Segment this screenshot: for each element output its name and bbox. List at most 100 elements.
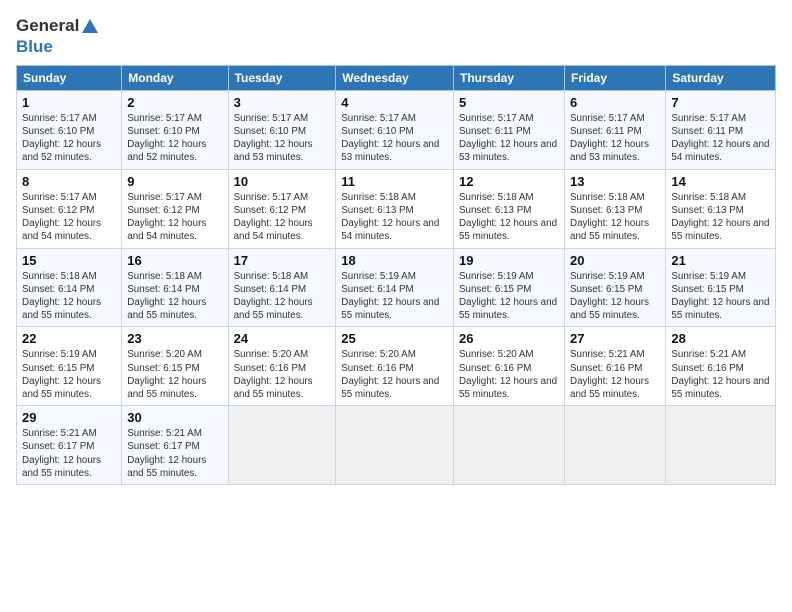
calendar-cell: 10 Sunrise: 5:17 AMSunset: 6:12 PMDaylig…: [228, 169, 336, 248]
day-info: Sunrise: 5:17 AMSunset: 6:12 PMDaylight:…: [22, 191, 116, 244]
day-info: Sunrise: 5:18 AMSunset: 6:14 PMDaylight:…: [22, 270, 116, 323]
day-number: 16: [127, 253, 222, 268]
day-number: 20: [570, 253, 660, 268]
day-info: Sunrise: 5:17 AMSunset: 6:11 PMDaylight:…: [671, 112, 770, 165]
calendar-cell: 4 Sunrise: 5:17 AMSunset: 6:10 PMDayligh…: [336, 90, 454, 169]
day-info: Sunrise: 5:21 AMSunset: 6:16 PMDaylight:…: [570, 348, 660, 401]
calendar-cell: 7 Sunrise: 5:17 AMSunset: 6:11 PMDayligh…: [666, 90, 776, 169]
day-info: Sunrise: 5:18 AMSunset: 6:13 PMDaylight:…: [459, 191, 559, 244]
day-info: Sunrise: 5:20 AMSunset: 6:16 PMDaylight:…: [459, 348, 559, 401]
calendar-week-row: 22 Sunrise: 5:19 AMSunset: 6:15 PMDaylig…: [17, 327, 776, 406]
calendar-cell: 16 Sunrise: 5:18 AMSunset: 6:14 PMDaylig…: [122, 248, 228, 327]
calendar-cell: [565, 406, 666, 485]
calendar-cell: 19 Sunrise: 5:19 AMSunset: 6:15 PMDaylig…: [453, 248, 564, 327]
day-number: 9: [127, 174, 222, 189]
day-info: Sunrise: 5:20 AMSunset: 6:15 PMDaylight:…: [127, 348, 222, 401]
calendar-week-row: 29 Sunrise: 5:21 AMSunset: 6:17 PMDaylig…: [17, 406, 776, 485]
day-info: Sunrise: 5:21 AMSunset: 6:17 PMDaylight:…: [127, 427, 222, 480]
day-number: 5: [459, 95, 559, 110]
day-info: Sunrise: 5:17 AMSunset: 6:10 PMDaylight:…: [22, 112, 116, 165]
day-info: Sunrise: 5:17 AMSunset: 6:12 PMDaylight:…: [127, 191, 222, 244]
logo-text: General Blue: [16, 16, 101, 57]
day-number: 21: [671, 253, 770, 268]
day-number: 22: [22, 331, 116, 346]
day-info: Sunrise: 5:18 AMSunset: 6:13 PMDaylight:…: [671, 191, 770, 244]
day-info: Sunrise: 5:17 AMSunset: 6:10 PMDaylight:…: [234, 112, 331, 165]
calendar-cell: 29 Sunrise: 5:21 AMSunset: 6:17 PMDaylig…: [17, 406, 122, 485]
calendar-cell: 24 Sunrise: 5:20 AMSunset: 6:16 PMDaylig…: [228, 327, 336, 406]
day-number: 11: [341, 174, 448, 189]
day-number: 2: [127, 95, 222, 110]
day-number: 27: [570, 331, 660, 346]
day-info: Sunrise: 5:19 AMSunset: 6:15 PMDaylight:…: [459, 270, 559, 323]
day-number: 4: [341, 95, 448, 110]
day-number: 24: [234, 331, 331, 346]
day-number: 18: [341, 253, 448, 268]
calendar-cell: 25 Sunrise: 5:20 AMSunset: 6:16 PMDaylig…: [336, 327, 454, 406]
calendar-cell: 12 Sunrise: 5:18 AMSunset: 6:13 PMDaylig…: [453, 169, 564, 248]
day-info: Sunrise: 5:19 AMSunset: 6:15 PMDaylight:…: [570, 270, 660, 323]
calendar-cell: 14 Sunrise: 5:18 AMSunset: 6:13 PMDaylig…: [666, 169, 776, 248]
calendar-cell: [666, 406, 776, 485]
logo: General Blue: [16, 16, 101, 57]
day-number: 3: [234, 95, 331, 110]
day-info: Sunrise: 5:17 AMSunset: 6:11 PMDaylight:…: [459, 112, 559, 165]
calendar-cell: 21 Sunrise: 5:19 AMSunset: 6:15 PMDaylig…: [666, 248, 776, 327]
day-number: 1: [22, 95, 116, 110]
calendar-cell: 17 Sunrise: 5:18 AMSunset: 6:14 PMDaylig…: [228, 248, 336, 327]
day-info: Sunrise: 5:17 AMSunset: 6:10 PMDaylight:…: [341, 112, 448, 165]
calendar-cell: 6 Sunrise: 5:17 AMSunset: 6:11 PMDayligh…: [565, 90, 666, 169]
day-info: Sunrise: 5:18 AMSunset: 6:13 PMDaylight:…: [570, 191, 660, 244]
calendar-cell: 11 Sunrise: 5:18 AMSunset: 6:13 PMDaylig…: [336, 169, 454, 248]
day-info: Sunrise: 5:19 AMSunset: 6:15 PMDaylight:…: [671, 270, 770, 323]
day-number: 19: [459, 253, 559, 268]
calendar-week-row: 15 Sunrise: 5:18 AMSunset: 6:14 PMDaylig…: [17, 248, 776, 327]
calendar-cell: 27 Sunrise: 5:21 AMSunset: 6:16 PMDaylig…: [565, 327, 666, 406]
day-number: 17: [234, 253, 331, 268]
logo-general: General: [16, 16, 79, 35]
day-info: Sunrise: 5:17 AMSunset: 6:10 PMDaylight:…: [127, 112, 222, 165]
day-info: Sunrise: 5:19 AMSunset: 6:15 PMDaylight:…: [22, 348, 116, 401]
day-number: 7: [671, 95, 770, 110]
day-of-week-header: Monday: [122, 65, 228, 90]
day-of-week-header: Saturday: [666, 65, 776, 90]
day-number: 26: [459, 331, 559, 346]
day-number: 30: [127, 410, 222, 425]
day-number: 8: [22, 174, 116, 189]
calendar-cell: 28 Sunrise: 5:21 AMSunset: 6:16 PMDaylig…: [666, 327, 776, 406]
calendar-cell: 5 Sunrise: 5:17 AMSunset: 6:11 PMDayligh…: [453, 90, 564, 169]
day-info: Sunrise: 5:20 AMSunset: 6:16 PMDaylight:…: [341, 348, 448, 401]
day-number: 14: [671, 174, 770, 189]
day-info: Sunrise: 5:18 AMSunset: 6:14 PMDaylight:…: [127, 270, 222, 323]
calendar-cell: 9 Sunrise: 5:17 AMSunset: 6:12 PMDayligh…: [122, 169, 228, 248]
calendar-cell: 15 Sunrise: 5:18 AMSunset: 6:14 PMDaylig…: [17, 248, 122, 327]
day-number: 6: [570, 95, 660, 110]
calendar-table: SundayMondayTuesdayWednesdayThursdayFrid…: [16, 65, 776, 485]
day-info: Sunrise: 5:18 AMSunset: 6:14 PMDaylight:…: [234, 270, 331, 323]
day-info: Sunrise: 5:21 AMSunset: 6:17 PMDaylight:…: [22, 427, 116, 480]
day-info: Sunrise: 5:17 AMSunset: 6:12 PMDaylight:…: [234, 191, 331, 244]
calendar-cell: 18 Sunrise: 5:19 AMSunset: 6:14 PMDaylig…: [336, 248, 454, 327]
day-of-week-header: Wednesday: [336, 65, 454, 90]
day-number: 23: [127, 331, 222, 346]
calendar-cell: 1 Sunrise: 5:17 AMSunset: 6:10 PMDayligh…: [17, 90, 122, 169]
day-of-week-header: Tuesday: [228, 65, 336, 90]
day-info: Sunrise: 5:19 AMSunset: 6:14 PMDaylight:…: [341, 270, 448, 323]
day-number: 15: [22, 253, 116, 268]
logo-icon: [80, 17, 100, 37]
page-header: General Blue: [16, 16, 776, 57]
day-number: 10: [234, 174, 331, 189]
day-info: Sunrise: 5:21 AMSunset: 6:16 PMDaylight:…: [671, 348, 770, 401]
day-of-week-header: Sunday: [17, 65, 122, 90]
day-number: 12: [459, 174, 559, 189]
calendar-cell: 3 Sunrise: 5:17 AMSunset: 6:10 PMDayligh…: [228, 90, 336, 169]
calendar-body: 1 Sunrise: 5:17 AMSunset: 6:10 PMDayligh…: [17, 90, 776, 484]
day-number: 25: [341, 331, 448, 346]
calendar-cell: 20 Sunrise: 5:19 AMSunset: 6:15 PMDaylig…: [565, 248, 666, 327]
calendar-cell: 23 Sunrise: 5:20 AMSunset: 6:15 PMDaylig…: [122, 327, 228, 406]
day-number: 28: [671, 331, 770, 346]
calendar-cell: 13 Sunrise: 5:18 AMSunset: 6:13 PMDaylig…: [565, 169, 666, 248]
calendar-cell: 26 Sunrise: 5:20 AMSunset: 6:16 PMDaylig…: [453, 327, 564, 406]
day-of-week-header: Thursday: [453, 65, 564, 90]
calendar-cell: 22 Sunrise: 5:19 AMSunset: 6:15 PMDaylig…: [17, 327, 122, 406]
